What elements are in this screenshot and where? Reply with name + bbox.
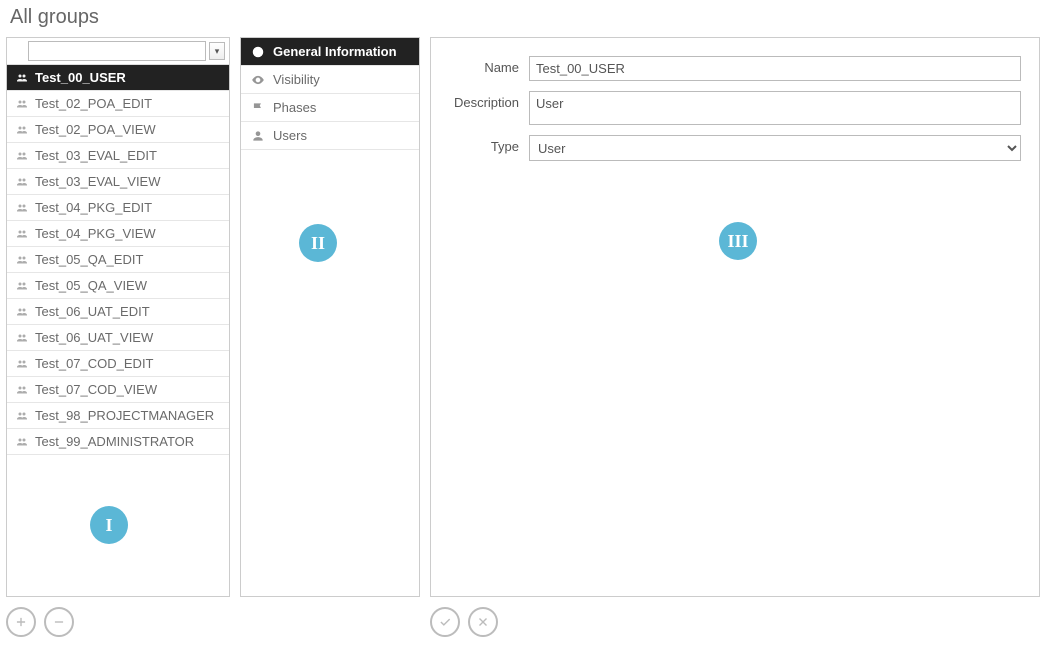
group-item-label: Test_05_QA_EDIT: [35, 252, 143, 267]
nav-item-label: Phases: [273, 100, 316, 115]
main-layout: ▾ Test_00_USER Test_02_POA_EDIT Test_02_PO…: [6, 37, 1040, 637]
users-icon: [15, 202, 29, 214]
nav-item[interactable]: General Information: [241, 38, 419, 66]
flag-icon: [251, 101, 265, 115]
users-icon: [15, 124, 29, 136]
group-item-label: Test_98_PROJECTMANAGER: [35, 408, 214, 423]
confirm-button[interactable]: [430, 607, 460, 637]
groups-column: ▾ Test_00_USER Test_02_POA_EDIT Test_02_PO…: [6, 37, 230, 637]
user-icon: [251, 129, 265, 143]
group-item-label: Test_06_UAT_EDIT: [35, 304, 150, 319]
info-icon: [251, 45, 265, 59]
nav-item-label: General Information: [273, 44, 397, 59]
minus-icon: [52, 615, 66, 629]
description-row: Description User: [449, 91, 1021, 125]
callout-two: II: [299, 224, 337, 262]
users-icon: [15, 280, 29, 292]
groups-search-input[interactable]: [28, 41, 206, 61]
nav-item[interactable]: Visibility: [241, 66, 419, 94]
group-item[interactable]: Test_07_COD_EDIT: [7, 351, 229, 377]
group-item-label: Test_00_USER: [35, 70, 126, 85]
close-icon: [476, 615, 490, 629]
form-action-bar: [430, 607, 1040, 637]
general-info-form: Name Description User Type User III: [430, 37, 1040, 597]
group-item[interactable]: Test_99_ADMINISTRATOR: [7, 429, 229, 455]
group-item[interactable]: Test_02_POA_VIEW: [7, 117, 229, 143]
type-select[interactable]: User: [529, 135, 1021, 161]
group-item[interactable]: Test_03_EVAL_VIEW: [7, 169, 229, 195]
users-icon: [15, 150, 29, 162]
nav-item-label: Users: [273, 128, 307, 143]
description-input[interactable]: User: [529, 91, 1021, 125]
group-item-label: Test_04_PKG_VIEW: [35, 226, 156, 241]
users-icon: [15, 176, 29, 188]
group-item-label: Test_03_EVAL_VIEW: [35, 174, 161, 189]
users-icon: [15, 332, 29, 344]
users-icon: [15, 72, 29, 84]
nav-item[interactable]: Phases: [241, 94, 419, 122]
group-item[interactable]: Test_98_PROJECTMANAGER: [7, 403, 229, 429]
groups-listbox: ▾ Test_00_USER Test_02_POA_EDIT Test_02_PO…: [6, 37, 230, 597]
form-column: Name Description User Type User III: [430, 37, 1040, 637]
group-item[interactable]: Test_04_PKG_VIEW: [7, 221, 229, 247]
users-icon: [15, 254, 29, 266]
users-icon: [15, 410, 29, 422]
name-label: Name: [449, 56, 529, 75]
users-icon: [15, 98, 29, 110]
type-row: Type User: [449, 135, 1021, 161]
users-icon: [15, 436, 29, 448]
groups-action-bar: [6, 607, 230, 637]
group-item-label: Test_06_UAT_VIEW: [35, 330, 153, 345]
group-item[interactable]: Test_06_UAT_VIEW: [7, 325, 229, 351]
cancel-button[interactable]: [468, 607, 498, 637]
group-item[interactable]: Test_05_QA_VIEW: [7, 273, 229, 299]
callout-three: III: [719, 222, 757, 260]
type-label: Type: [449, 135, 529, 154]
users-icon: [15, 228, 29, 240]
description-label: Description: [449, 91, 529, 110]
group-item[interactable]: Test_06_UAT_EDIT: [7, 299, 229, 325]
name-input[interactable]: [529, 56, 1021, 81]
group-item[interactable]: Test_05_QA_EDIT: [7, 247, 229, 273]
filter-icon: ▾: [215, 46, 220, 57]
group-item-label: Test_99_ADMINISTRATOR: [35, 434, 194, 449]
eye-icon: [251, 73, 265, 87]
users-icon: [15, 358, 29, 370]
group-item[interactable]: Test_00_USER: [7, 65, 229, 91]
groups-scroll: Test_00_USER Test_02_POA_EDIT Test_02_POA_…: [7, 65, 229, 596]
check-icon: [438, 615, 452, 629]
group-item-label: Test_07_COD_EDIT: [35, 356, 154, 371]
group-item[interactable]: Test_02_POA_EDIT: [7, 91, 229, 117]
remove-group-button[interactable]: [44, 607, 74, 637]
nav-item-label: Visibility: [273, 72, 320, 87]
group-item[interactable]: Test_03_EVAL_EDIT: [7, 143, 229, 169]
group-item-label: Test_02_POA_EDIT: [35, 96, 152, 111]
users-icon: [15, 306, 29, 318]
users-icon: [15, 384, 29, 396]
group-item-label: Test_02_POA_VIEW: [35, 122, 156, 137]
page-title: All groups: [10, 6, 1040, 29]
group-item-label: Test_07_COD_VIEW: [35, 382, 157, 397]
plus-icon: [14, 615, 28, 629]
add-group-button[interactable]: [6, 607, 36, 637]
group-item-label: Test_05_QA_VIEW: [35, 278, 147, 293]
groups-search-row: ▾: [7, 38, 229, 65]
nav-item[interactable]: Users: [241, 122, 419, 150]
group-item-label: Test_04_PKG_EDIT: [35, 200, 152, 215]
nav-listbox: General Information Visibility Phases Users…: [240, 37, 420, 597]
name-row: Name: [449, 56, 1021, 81]
groups-filter-button[interactable]: ▾: [209, 42, 225, 60]
nav-column: General Information Visibility Phases Users…: [240, 37, 420, 637]
group-item[interactable]: Test_04_PKG_EDIT: [7, 195, 229, 221]
group-item[interactable]: Test_07_COD_VIEW: [7, 377, 229, 403]
group-item-label: Test_03_EVAL_EDIT: [35, 148, 157, 163]
